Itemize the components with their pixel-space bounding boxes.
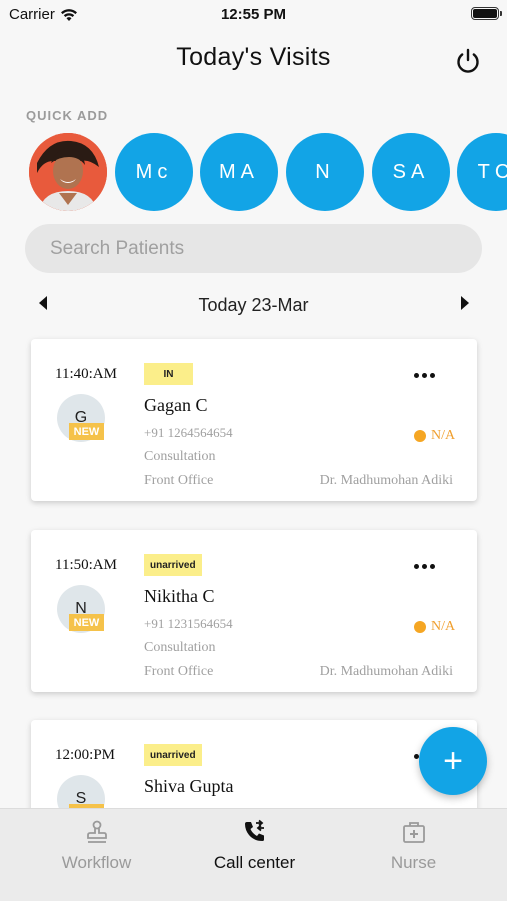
- wait-time-value: N/A: [431, 619, 456, 634]
- quick-add-contact-mc[interactable]: Mc: [115, 133, 193, 211]
- new-badge: NEW: [69, 423, 104, 440]
- doctor-name: Dr. Madhumohan Adiki: [319, 664, 453, 679]
- visit-location: Front Office: [144, 664, 214, 679]
- new-badge: NEW: [69, 614, 104, 631]
- visit-type: Consultation: [144, 449, 216, 464]
- date-label: Today 23-Mar: [198, 295, 309, 315]
- visit-time: 11:40:AM: [55, 366, 117, 382]
- tab-call-center[interactable]: Call center: [170, 809, 339, 901]
- quick-add-contact-ma[interactable]: MA: [200, 133, 278, 211]
- next-day-arrow-icon[interactable]: [461, 296, 469, 310]
- add-visit-button[interactable]: +: [419, 727, 487, 795]
- battery-cap: [500, 11, 502, 16]
- tab-label: Call center: [213, 853, 296, 872]
- tab-bar: Workflow Call center Nurse: [0, 808, 507, 901]
- visit-time: 11:50:AM: [55, 557, 117, 573]
- visit-time: 12:00:PM: [55, 747, 116, 763]
- person-photo-icon: [29, 133, 107, 211]
- patient-name: Gagan C: [144, 395, 208, 415]
- more-options-icon[interactable]: [409, 554, 439, 578]
- phone-transfer-icon: [245, 819, 264, 841]
- patient-phone: +91 1264564654: [144, 425, 233, 440]
- date-navigation: Today 23-Mar: [0, 292, 507, 316]
- quick-add-label: QUICK ADD: [26, 108, 109, 123]
- more-options-icon[interactable]: [409, 363, 439, 387]
- stamp-icon: [87, 820, 107, 843]
- visit-card[interactable]: 11:50:AM N NEW unarrived Nikitha C +91 1…: [31, 530, 477, 692]
- wait-time-value: N/A: [431, 428, 456, 443]
- status-bar: Carrier 12:55 PM: [0, 0, 507, 30]
- wait-time: N/A: [414, 428, 455, 444]
- quick-add-contact-tc[interactable]: TC: [457, 133, 507, 211]
- timer-icon: [414, 430, 426, 442]
- quick-add-row[interactable]: Mc MA N SA TC: [29, 133, 507, 213]
- quick-add-avatar-photo[interactable]: [29, 133, 107, 211]
- tab-label: Nurse: [390, 853, 437, 872]
- status-badge: unarrived: [144, 554, 202, 576]
- quick-add-contact-n[interactable]: N: [286, 133, 364, 211]
- tab-nurse[interactable]: Nurse: [329, 809, 498, 901]
- patient-name: Shiva Gupta: [144, 776, 234, 796]
- visit-card[interactable]: 11:40:AM G NEW IN Gagan C +91 1264564654…: [31, 339, 477, 501]
- first-aid-kit-icon: [403, 822, 425, 843]
- quick-add-contact-sa[interactable]: SA: [372, 133, 450, 211]
- page-title: Today's Visits: [176, 43, 331, 71]
- timer-icon: [414, 621, 426, 633]
- tab-workflow[interactable]: Workflow: [12, 809, 181, 901]
- search-input[interactable]: Search Patients: [25, 224, 482, 273]
- status-badge: IN: [144, 363, 193, 385]
- status-time: 12:55 PM: [220, 6, 287, 23]
- patient-name: Nikitha C: [144, 586, 215, 606]
- battery-icon: [471, 7, 499, 20]
- tab-label: Workflow: [61, 853, 132, 872]
- doctor-name: Dr. Madhumohan Adiki: [319, 473, 453, 488]
- wait-time: N/A: [414, 619, 455, 635]
- visit-location: Front Office: [144, 473, 214, 488]
- power-icon[interactable]: [452, 44, 484, 76]
- search-placeholder: Search Patients: [50, 237, 185, 259]
- status-badge: unarrived: [144, 744, 202, 766]
- patient-phone: +91 1231564654: [144, 616, 233, 631]
- visit-type: Consultation: [144, 640, 216, 655]
